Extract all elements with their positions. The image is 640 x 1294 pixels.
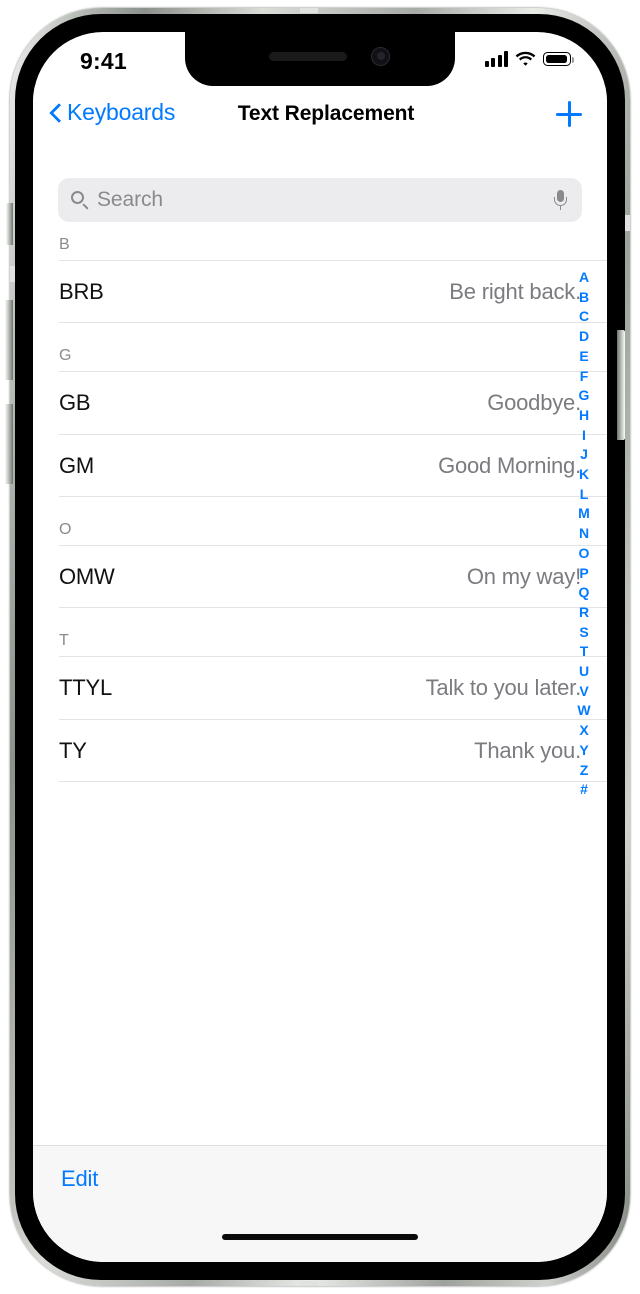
edit-button[interactable]: Edit	[61, 1166, 98, 1192]
volume-down-button[interactable]	[5, 404, 13, 484]
index-letter-q[interactable]: Q	[579, 583, 590, 603]
table-row[interactable]: BRB Be right back.	[33, 260, 607, 323]
row-phrase: Goodbye.	[487, 389, 581, 415]
index-letter-u[interactable]: U	[579, 662, 589, 682]
antenna-line-left	[10, 266, 15, 282]
index-letter-t[interactable]: T	[580, 642, 589, 662]
table-row[interactable]: GB Goodbye.	[33, 371, 607, 434]
antenna-line-top	[300, 8, 318, 13]
index-letter-p[interactable]: P	[579, 564, 588, 584]
row-shortcut: TY	[59, 737, 87, 763]
antenna-line-bottom	[300, 1281, 318, 1286]
row-shortcut: BRB	[59, 278, 104, 304]
search-input[interactable]: Search	[97, 188, 554, 212]
index-letter-a[interactable]: A	[579, 268, 589, 288]
text-replacement-list[interactable]: B BRB Be right back. G GB Goodbye. GM Go…	[33, 208, 607, 1146]
status-indicators	[484, 51, 574, 67]
alphabet-index-bar[interactable]: A B C D E F G H I J K L M N O P Q R S T U V W X Y Z #	[573, 268, 595, 800]
index-letter-hash[interactable]: #	[580, 780, 588, 800]
bottom-toolbar: Edit	[33, 1145, 607, 1262]
index-letter-v[interactable]: V	[579, 682, 588, 702]
search-field[interactable]: Search	[58, 178, 582, 222]
index-letter-k[interactable]: K	[579, 465, 589, 485]
index-letter-l[interactable]: L	[580, 485, 589, 505]
earpiece-speaker	[269, 52, 347, 61]
index-letter-c[interactable]: C	[579, 307, 589, 327]
index-letter-d[interactable]: D	[579, 327, 589, 347]
table-row[interactable]: OMW On my way!	[33, 545, 607, 608]
section-header-g: G	[33, 323, 607, 371]
row-phrase: On my way!	[466, 563, 581, 589]
row-phrase: Thank you.	[474, 737, 581, 763]
index-letter-g[interactable]: G	[579, 386, 590, 406]
battery-full-icon	[543, 52, 574, 66]
index-letter-n[interactable]: N	[579, 524, 589, 544]
volume-up-button[interactable]	[5, 300, 13, 380]
search-bar-container: Search	[33, 146, 607, 222]
row-shortcut: GB	[59, 389, 91, 415]
index-letter-h[interactable]: H	[579, 406, 589, 426]
section-header-t: T	[33, 608, 607, 656]
index-letter-w[interactable]: W	[577, 701, 590, 721]
table-row[interactable]: TTYL Talk to you later.	[33, 656, 607, 719]
status-time: 9:41	[80, 48, 127, 74]
ring-silent-switch[interactable]	[6, 203, 13, 245]
side-power-button[interactable]	[617, 330, 625, 440]
row-phrase: Be right back.	[449, 278, 581, 304]
section-header-o: O	[33, 497, 607, 545]
phone-screen: 9:41 Keyboards Text Replacement Search B…	[33, 32, 607, 1262]
device-stage: 9:41 Keyboards Text Replacement Search B…	[0, 0, 640, 1294]
display-notch	[185, 32, 455, 86]
wifi-icon	[515, 51, 536, 67]
row-shortcut: OMW	[59, 563, 115, 589]
front-camera	[371, 47, 390, 66]
plus-icon[interactable]	[555, 100, 583, 128]
home-indicator[interactable]	[222, 1234, 418, 1240]
index-letter-m[interactable]: M	[578, 504, 590, 524]
index-letter-i[interactable]: I	[582, 426, 586, 446]
table-row[interactable]: GM Good Morning.	[33, 434, 607, 497]
navigation-bar: Keyboards Text Replacement	[33, 86, 607, 146]
index-letter-f[interactable]: F	[580, 367, 589, 387]
index-letter-x[interactable]: X	[579, 721, 588, 741]
row-shortcut: GM	[59, 452, 95, 478]
microphone-icon[interactable]	[554, 189, 567, 211]
index-letter-b[interactable]: B	[579, 288, 589, 308]
index-letter-j[interactable]: J	[580, 445, 588, 465]
table-row[interactable]: TY Thank you.	[33, 719, 607, 782]
antenna-line-right	[625, 215, 630, 231]
index-letter-r[interactable]: R	[579, 603, 589, 623]
index-letter-e[interactable]: E	[579, 347, 588, 367]
search-icon	[71, 190, 90, 210]
page-title: Text Replacement	[237, 102, 415, 125]
index-letter-s[interactable]: S	[579, 623, 588, 643]
index-letter-y[interactable]: Y	[579, 741, 588, 761]
row-phrase: Good Morning.	[438, 452, 581, 478]
index-letter-z[interactable]: Z	[580, 761, 589, 781]
row-phrase: Talk to you later.	[425, 674, 582, 700]
row-shortcut: TTYL	[59, 674, 112, 700]
index-letter-o[interactable]: O	[579, 544, 590, 564]
cellular-signal-icon	[484, 51, 508, 67]
